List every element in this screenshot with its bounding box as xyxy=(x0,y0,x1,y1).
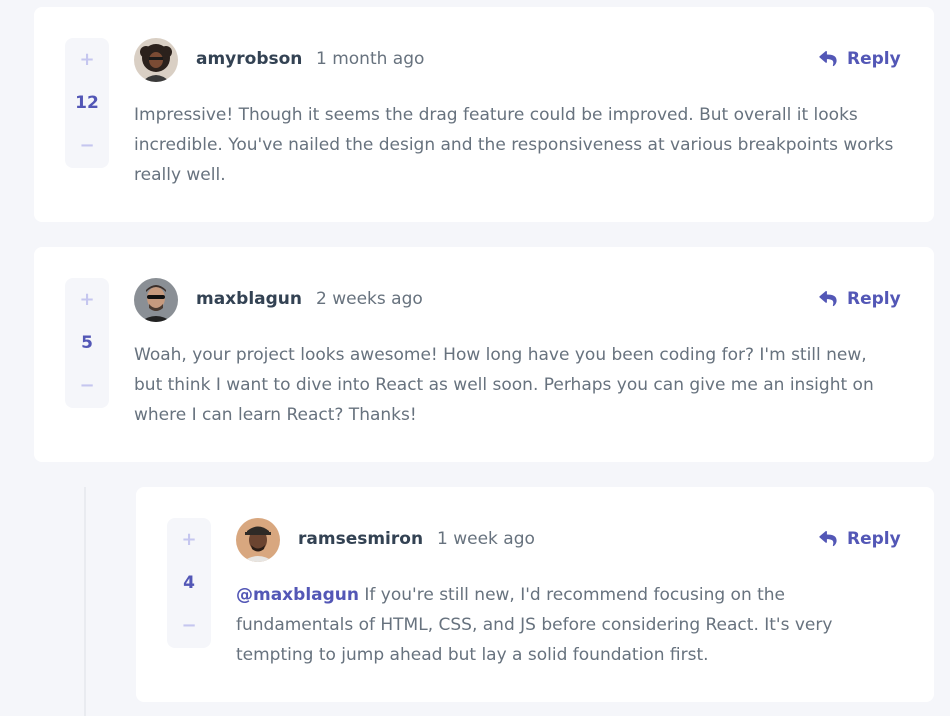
reply-icon xyxy=(819,291,837,307)
reply-label: Reply xyxy=(847,529,901,549)
comment-text: Impressive! Though it seems the drag fea… xyxy=(134,105,894,185)
reply-label: Reply xyxy=(847,289,901,309)
comment-text: @maxblagun If you're still new, I'd reco… xyxy=(236,580,901,670)
avatar xyxy=(134,278,178,322)
username[interactable]: amyrobson xyxy=(196,47,302,71)
upvote-button[interactable]: + xyxy=(65,286,109,314)
upvote-button[interactable]: + xyxy=(65,46,109,74)
vote-control: + 5 − xyxy=(65,278,109,408)
thread-line xyxy=(84,487,86,716)
reply-button[interactable]: Reply xyxy=(819,287,909,311)
reply-icon xyxy=(819,51,837,67)
username[interactable]: maxblagun xyxy=(196,287,302,311)
downvote-button[interactable]: − xyxy=(65,372,109,400)
score-value: 12 xyxy=(75,93,99,113)
reply-card: + 4 − ramsesmiron 1 week ago Reply @maxb… xyxy=(136,487,934,702)
score-value: 4 xyxy=(183,573,195,593)
vote-control: + 12 − xyxy=(65,38,109,168)
timestamp: 1 week ago xyxy=(437,529,535,549)
reply-button[interactable]: Reply xyxy=(819,527,909,551)
timestamp: 1 month ago xyxy=(316,49,425,69)
vote-control: + 4 − xyxy=(167,518,211,648)
comment-card: + 12 − amyrobson 1 month ago Reply Impre… xyxy=(34,7,934,222)
avatar xyxy=(134,38,178,82)
comment-card: + 5 − maxblagun 2 weeks ago Reply Woah, … xyxy=(34,247,934,462)
score-value: 5 xyxy=(81,333,93,353)
upvote-button[interactable]: + xyxy=(167,526,211,554)
mention-link[interactable]: @maxblagun xyxy=(236,585,359,605)
comment-text: Woah, your project looks awesome! How lo… xyxy=(134,345,874,425)
downvote-button[interactable]: − xyxy=(65,132,109,160)
reply-icon xyxy=(819,531,837,547)
downvote-button[interactable]: − xyxy=(167,612,211,640)
reply-button[interactable]: Reply xyxy=(819,47,909,71)
username[interactable]: ramsesmiron xyxy=(298,527,423,551)
reply-label: Reply xyxy=(847,49,901,69)
avatar xyxy=(236,518,280,562)
timestamp: 2 weeks ago xyxy=(316,289,423,309)
